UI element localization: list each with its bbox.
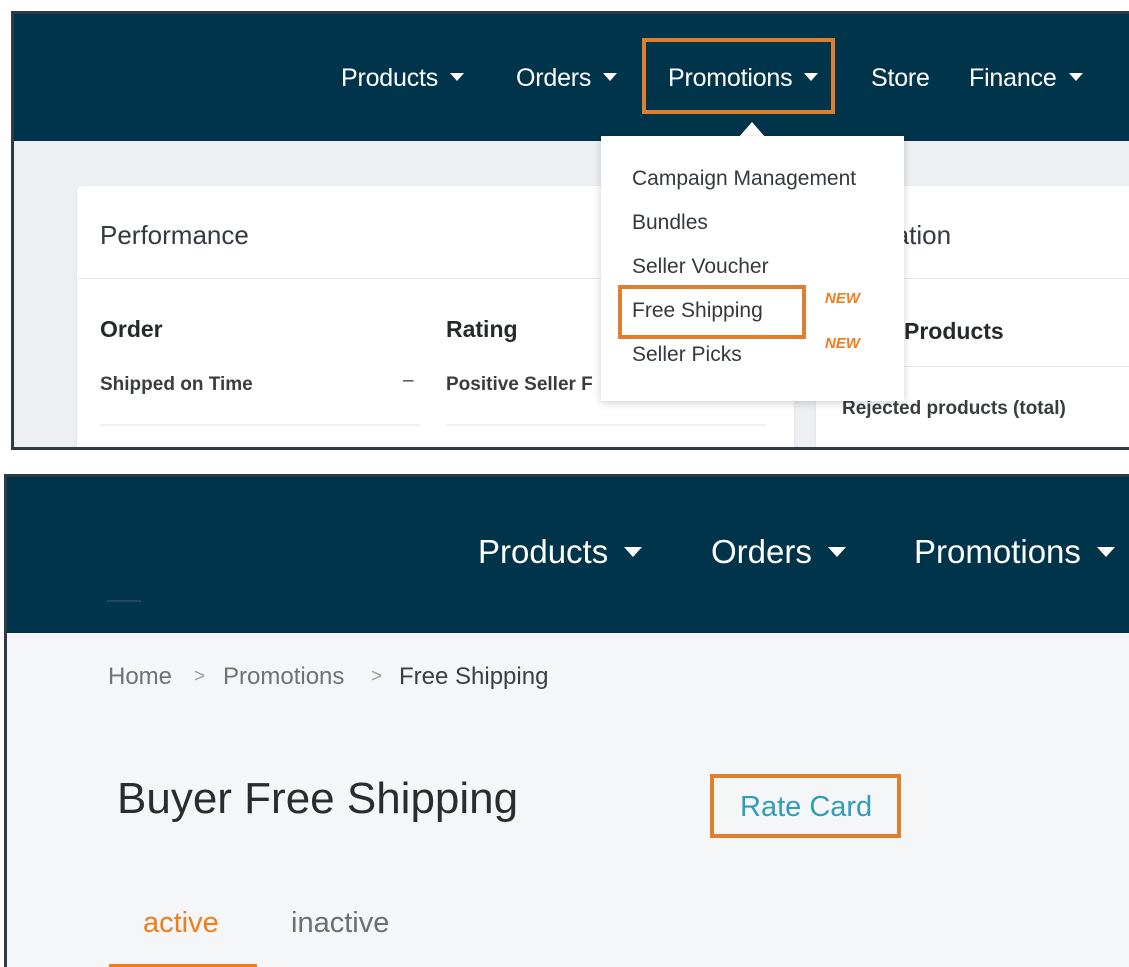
nav-products[interactable]: Products — [478, 533, 643, 571]
promotions-dropdown-menu: Campaign Management Bundles Seller Vouch… — [601, 136, 904, 401]
bottom-screenshot: Products Orders Promotions Home > Promot… — [4, 474, 1129, 967]
performance-title: Performance — [100, 220, 249, 250]
nav-finance-label: Finance — [969, 64, 1057, 92]
tab-inactive[interactable]: inactive — [291, 907, 389, 940]
free-shipping-highlight-box — [618, 285, 806, 339]
promotions-highlight-box — [642, 38, 835, 114]
order-section-title: Order — [100, 316, 163, 342]
caret-down-icon — [1068, 73, 1083, 82]
new-badge: NEW — [825, 335, 860, 352]
nav-finance[interactable]: Finance — [969, 64, 1083, 93]
breadcrumb-free-shipping: Free Shipping — [399, 663, 549, 690]
shipped-on-time-label: Shipped on Time — [100, 374, 253, 395]
nav-store[interactable]: Store — [871, 64, 930, 93]
nav-products[interactable]: Products — [341, 64, 465, 93]
menu-item-bundles[interactable]: Bundles — [632, 211, 708, 235]
nav-promotions-label: Promotions — [914, 533, 1081, 570]
nav-orders[interactable]: Orders — [711, 533, 846, 571]
logo-mark — [107, 600, 141, 602]
nav-orders-label: Orders — [516, 64, 592, 92]
rate-card-highlight-box — [710, 774, 901, 838]
top-screenshot: Products Orders Promotions Store Finance… — [11, 11, 1129, 450]
nav-orders-label: Orders — [711, 533, 812, 570]
metric-divider — [446, 424, 766, 426]
tab-active[interactable]: active — [143, 907, 219, 940]
nav-store-label: Store — [871, 64, 930, 92]
rejected-products-label: Rejected products (total) — [842, 398, 1066, 419]
nav-products-label: Products — [478, 533, 609, 570]
caret-down-icon — [450, 73, 465, 82]
shipped-on-time-value: – — [403, 370, 414, 391]
nav-orders[interactable]: Orders — [516, 64, 618, 93]
menu-item-campaign-management[interactable]: Campaign Management — [632, 167, 856, 191]
nav-promotions[interactable]: Promotions — [914, 533, 1115, 571]
breadcrumb-promotions[interactable]: Promotions — [223, 663, 344, 691]
breadcrumb-separator: > — [371, 666, 383, 687]
menu-item-seller-picks[interactable]: Seller Picks — [632, 343, 742, 367]
new-badge: NEW — [825, 290, 860, 307]
top-navbar: Products Orders Promotions — [7, 477, 1129, 633]
metric-divider — [100, 424, 420, 426]
breadcrumb-home[interactable]: Home — [108, 663, 172, 691]
top-navbar: Products Orders Promotions Store Finance — [14, 14, 1129, 141]
rating-section-title: Rating — [446, 316, 518, 342]
caret-down-icon — [624, 547, 643, 558]
menu-item-seller-voucher[interactable]: Seller Voucher — [632, 255, 769, 279]
caret-down-icon — [603, 73, 618, 82]
products-section-title: Products — [904, 318, 1004, 344]
page-title: Buyer Free Shipping — [117, 774, 519, 823]
positive-seller-rating-label: Positive Seller F — [446, 374, 593, 395]
caret-down-icon — [1096, 547, 1115, 558]
nav-products-label: Products — [341, 64, 439, 92]
caret-down-icon — [827, 547, 846, 558]
breadcrumb-separator: > — [194, 666, 206, 687]
